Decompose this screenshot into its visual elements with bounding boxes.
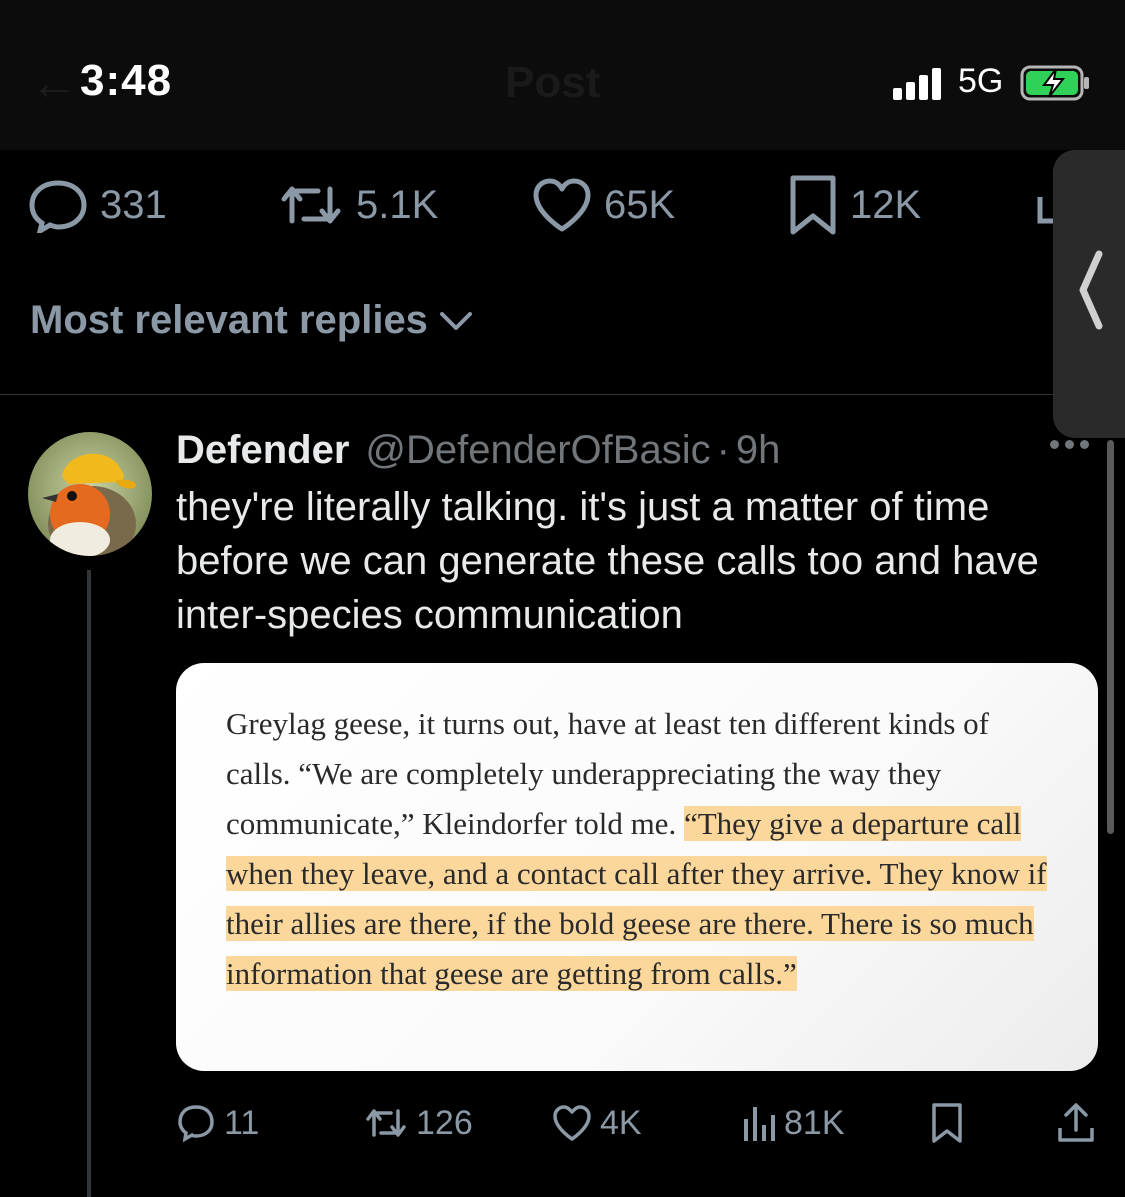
scrollbar[interactable] <box>1107 440 1114 834</box>
bookmark-icon <box>790 175 836 235</box>
like-button[interactable]: 65K <box>532 170 675 240</box>
reply-icon <box>29 180 87 233</box>
clock: 3:48 <box>80 56 173 105</box>
reply-repost-count: 126 <box>416 1103 473 1142</box>
reply-repost-button[interactable]: 126 <box>364 1095 473 1151</box>
repost-count: 5.1K <box>356 182 439 227</box>
back-arrow-icon[interactable]: ← <box>30 56 78 111</box>
reply-reply-button[interactable]: 11 <box>176 1095 259 1151</box>
views-chart-icon <box>744 1107 775 1141</box>
reply-like-count: 4K <box>600 1103 642 1142</box>
replies-sort-dropdown[interactable]: Most relevant replies <box>30 298 476 343</box>
reply-button[interactable]: 331 <box>28 170 167 240</box>
reply-action-bar: 11 126 4K 81K <box>0 1095 1125 1151</box>
reply-reply-count: 11 <box>224 1103 260 1142</box>
reply-author-handle[interactable]: @DefenderOfBasic <box>365 428 710 473</box>
replies-sort-label: Most relevant replies <box>30 298 428 342</box>
bookmark-button[interactable]: 12K <box>788 170 921 240</box>
chevron-down-icon <box>439 311 472 330</box>
repost-icon <box>366 1109 406 1137</box>
side-panel-handle[interactable] <box>1053 150 1125 438</box>
reply-like-button[interactable]: 4K <box>552 1095 642 1151</box>
reply-count: 331 <box>100 182 167 227</box>
bookmark-count: 12K <box>850 182 922 227</box>
reply-views-count: 81K <box>784 1103 845 1142</box>
header-title: Post <box>505 58 601 107</box>
image-text: Greylag geese, it turns out, have at lea… <box>226 699 1056 999</box>
heart-icon <box>553 1105 591 1141</box>
share-icon <box>1058 1103 1094 1142</box>
status-bar: ← Post 3:48 5G <box>0 0 1125 150</box>
reply-bookmark-button[interactable] <box>930 1095 964 1151</box>
reply-header: Defender @DefenderOfBasic · 9h <box>176 428 780 474</box>
post-action-bar: 331 5.1K 65K 12K <box>0 170 1125 240</box>
robin-avatar-image <box>28 432 152 556</box>
separator-dot: · <box>716 428 730 472</box>
section-divider <box>0 394 1055 395</box>
signal-icon <box>893 68 943 100</box>
attached-image[interactable]: Greylag geese, it turns out, have at lea… <box>176 663 1098 1071</box>
avatar[interactable] <box>28 432 152 556</box>
reply-author-name[interactable]: Defender <box>176 428 349 473</box>
reply-views-button[interactable]: 81K <box>742 1095 845 1151</box>
more-options-icon[interactable] <box>1050 440 1089 449</box>
reply-timestamp[interactable]: 9h <box>736 428 781 473</box>
battery-charging-icon <box>1020 65 1089 101</box>
repost-button[interactable]: 5.1K <box>278 170 438 240</box>
reply-body: they're literally talking. it's just a m… <box>176 485 1039 637</box>
network-label: 5G <box>958 62 1004 100</box>
repost-icon <box>281 186 341 224</box>
like-count: 65K <box>604 182 676 227</box>
heart-icon <box>533 178 591 232</box>
bookmark-icon <box>932 1103 962 1143</box>
reply-share-button[interactable] <box>1056 1095 1096 1151</box>
reply-icon <box>178 1105 214 1143</box>
chevron-left-icon <box>1079 250 1103 330</box>
